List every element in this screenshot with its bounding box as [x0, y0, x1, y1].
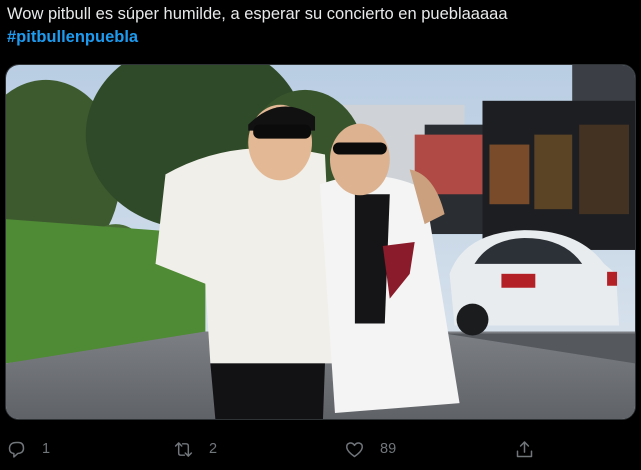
tweet-photo[interactable] — [5, 64, 636, 420]
reply-icon — [8, 441, 25, 458]
reply-count: 1 — [42, 441, 51, 457]
retweet-button[interactable]: 2 — [173, 432, 217, 466]
share-button[interactable] — [514, 432, 535, 466]
tweet-body: Wow pitbull es súper humilde, a esperar … — [7, 5, 508, 23]
reply-button[interactable]: 1 — [6, 432, 50, 466]
tweet-actions: 1 2 89 — [0, 432, 641, 466]
retweet-icon — [174, 441, 193, 457]
share-icon — [516, 440, 533, 457]
photo-image — [6, 65, 635, 419]
retweet-count: 2 — [209, 441, 218, 457]
like-count: 89 — [380, 441, 397, 457]
like-button[interactable]: 89 — [344, 432, 396, 466]
hashtag-link[interactable]: #pitbullenpuebla — [7, 26, 635, 49]
heart-icon — [345, 441, 364, 457]
tweet-text: Wow pitbull es súper humilde, a esperar … — [7, 3, 635, 49]
